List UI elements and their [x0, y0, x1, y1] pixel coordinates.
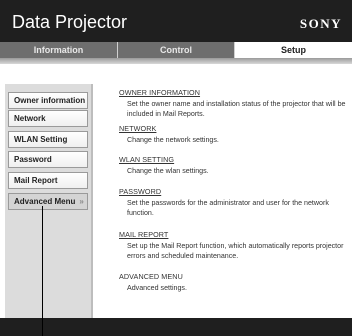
sidebar-item-label: Owner information	[14, 96, 86, 105]
item-description: Set up the Mail Report function, which a…	[127, 242, 344, 260]
tab-control[interactable]: Control	[118, 42, 235, 58]
sidebar-item-mail-report[interactable]: Mail Report	[8, 172, 88, 189]
app-title: Data Projector	[12, 12, 128, 32]
owner-information-link[interactable]: OWNER INFORMATION	[119, 88, 347, 97]
sidebar-item-label: WLAN Setting	[14, 135, 68, 144]
sidebar-item-label: Mail Report	[14, 176, 58, 185]
tab-bar: Information Control Setup	[0, 42, 352, 58]
tab-information[interactable]: Information	[0, 42, 118, 58]
list-item: ADVANCED MENU Advanced settings.	[119, 272, 347, 294]
header-bar: Data Projector SONY	[0, 0, 352, 42]
sidebar-item-owner-information[interactable]: Owner information	[8, 92, 88, 109]
item-description: Change the wlan settings.	[127, 167, 209, 175]
footer-bar	[0, 318, 352, 336]
item-description: Set the passwords for the administrator …	[127, 199, 329, 217]
list-item: NETWORK Change the network settings.	[119, 124, 347, 146]
sidebar-item-password[interactable]: Password	[8, 151, 88, 168]
callout-line	[42, 206, 43, 336]
sidebar-item-advanced-menu[interactable]: Advanced Menu»	[8, 193, 88, 210]
sidebar-item-network[interactable]: Network	[8, 110, 88, 127]
sony-logo: SONY	[299, 16, 342, 31]
wlan-setting-link[interactable]: WLAN SETTING	[119, 155, 347, 164]
list-item: MAIL REPORT Set up the Mail Report funct…	[119, 230, 347, 261]
sidebar-item-label: Network	[14, 114, 46, 123]
sidebar: Owner information Network WLAN Setting P…	[5, 84, 93, 318]
item-description: Change the network settings.	[127, 136, 219, 144]
list-item: OWNER INFORMATION Set the owner name and…	[119, 88, 347, 119]
mail-report-link[interactable]: MAIL REPORT	[119, 230, 347, 239]
password-link[interactable]: PASSWORD	[119, 187, 347, 196]
double-chevron-icon: »	[79, 197, 84, 206]
tab-setup[interactable]: Setup	[235, 42, 352, 58]
item-description: Advanced settings.	[127, 284, 187, 292]
network-link[interactable]: NETWORK	[119, 124, 347, 133]
item-description: Set the owner name and installation stat…	[127, 100, 346, 118]
sidebar-item-label: Advanced Menu	[14, 197, 76, 206]
advanced-menu-heading: ADVANCED MENU	[119, 272, 183, 281]
sidebar-item-wlan-setting[interactable]: WLAN Setting	[8, 131, 88, 148]
sidebar-item-label: Password	[14, 155, 52, 164]
list-item: WLAN SETTING Change the wlan settings.	[119, 155, 347, 177]
list-item: PASSWORD Set the passwords for the admin…	[119, 187, 347, 218]
